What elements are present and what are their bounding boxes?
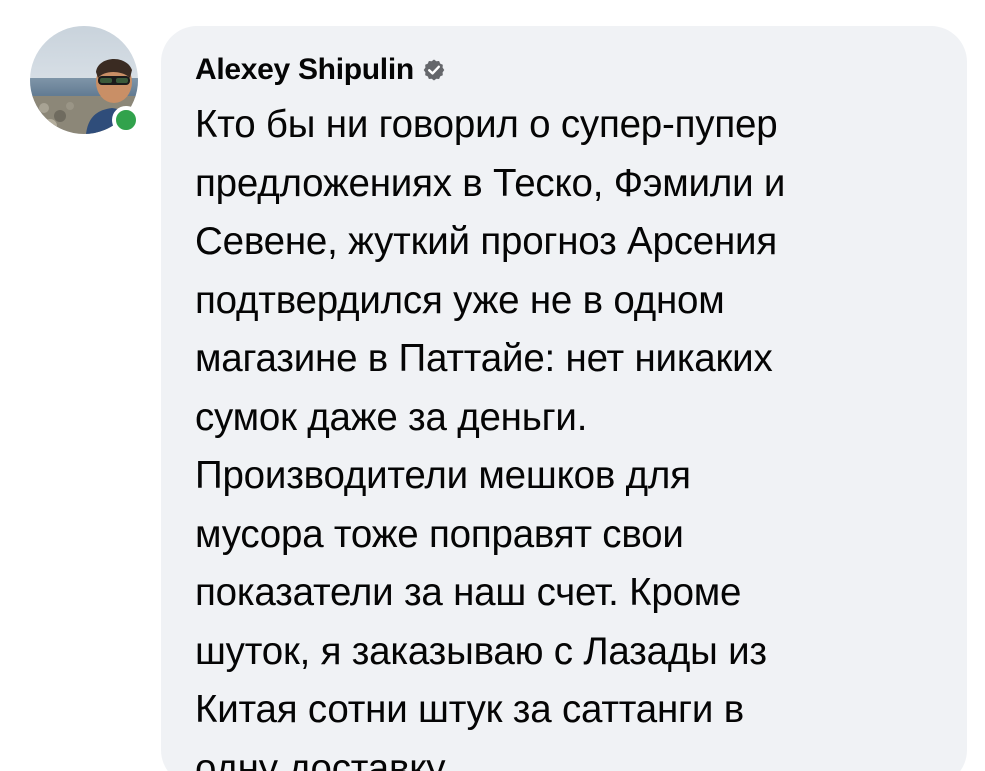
- comment-text-line: одну доставку.: [195, 746, 452, 771]
- comment-text-line: показатели за наш счет. Кроме: [195, 571, 742, 614]
- comment-text-line: Севене, жуткий прогноз Арсения: [195, 220, 778, 263]
- comment-text-line: предложениях в Теско, Фэмили и: [195, 161, 786, 205]
- comment-text: Кто бы ни говорил о супер-пупер предложе…: [195, 96, 935, 771]
- online-status-dot: [112, 106, 140, 134]
- comment-text-line: Китая сотни штук за саттанги в: [195, 688, 744, 731]
- comment-text-line: подтвердился уже не в одном: [195, 278, 725, 322]
- comment-text-line: шуток, я заказываю с Лазады из: [195, 629, 767, 673]
- comment-text-line: Производители мешков для: [195, 454, 691, 497]
- comment-text-line: мусора тоже поправят свои: [195, 512, 684, 556]
- comment-author-row: Alexey Shipulin: [195, 48, 446, 92]
- avatar-container[interactable]: [30, 26, 146, 142]
- verified-badge-icon: [422, 58, 446, 82]
- comment-text-line: магазине в Паттайе: нет никаких: [195, 337, 773, 380]
- author-name-link[interactable]: Alexey Shipulin: [195, 53, 414, 87]
- comment-text-line: сумок даже за деньги.: [195, 395, 588, 439]
- comment-text-line: Кто бы ни говорил о супер-пупер: [195, 103, 778, 146]
